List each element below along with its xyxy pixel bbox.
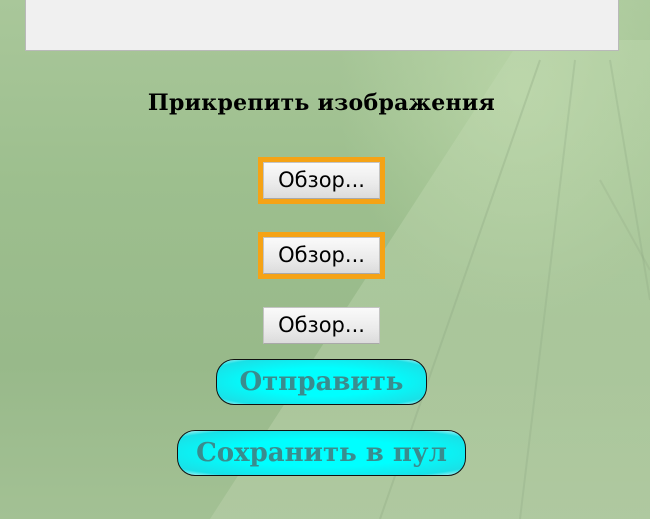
browse-button-3[interactable]: Обзор... <box>263 307 380 344</box>
browse-button-1[interactable]: Обзор... <box>263 162 380 199</box>
file-input-3: Обзор... <box>263 307 380 344</box>
browse-button-2[interactable]: Обзор... <box>263 237 380 274</box>
file-input-2: Обзор... <box>258 232 385 279</box>
file-input-1: Обзор... <box>258 157 385 204</box>
message-textarea[interactable] <box>25 0 619 51</box>
save-to-pool-button[interactable]: Сохранить в пул <box>177 430 466 476</box>
submit-button[interactable]: Отправить <box>216 359 427 405</box>
attach-images-heading: Прикрепить изображения <box>147 90 496 116</box>
